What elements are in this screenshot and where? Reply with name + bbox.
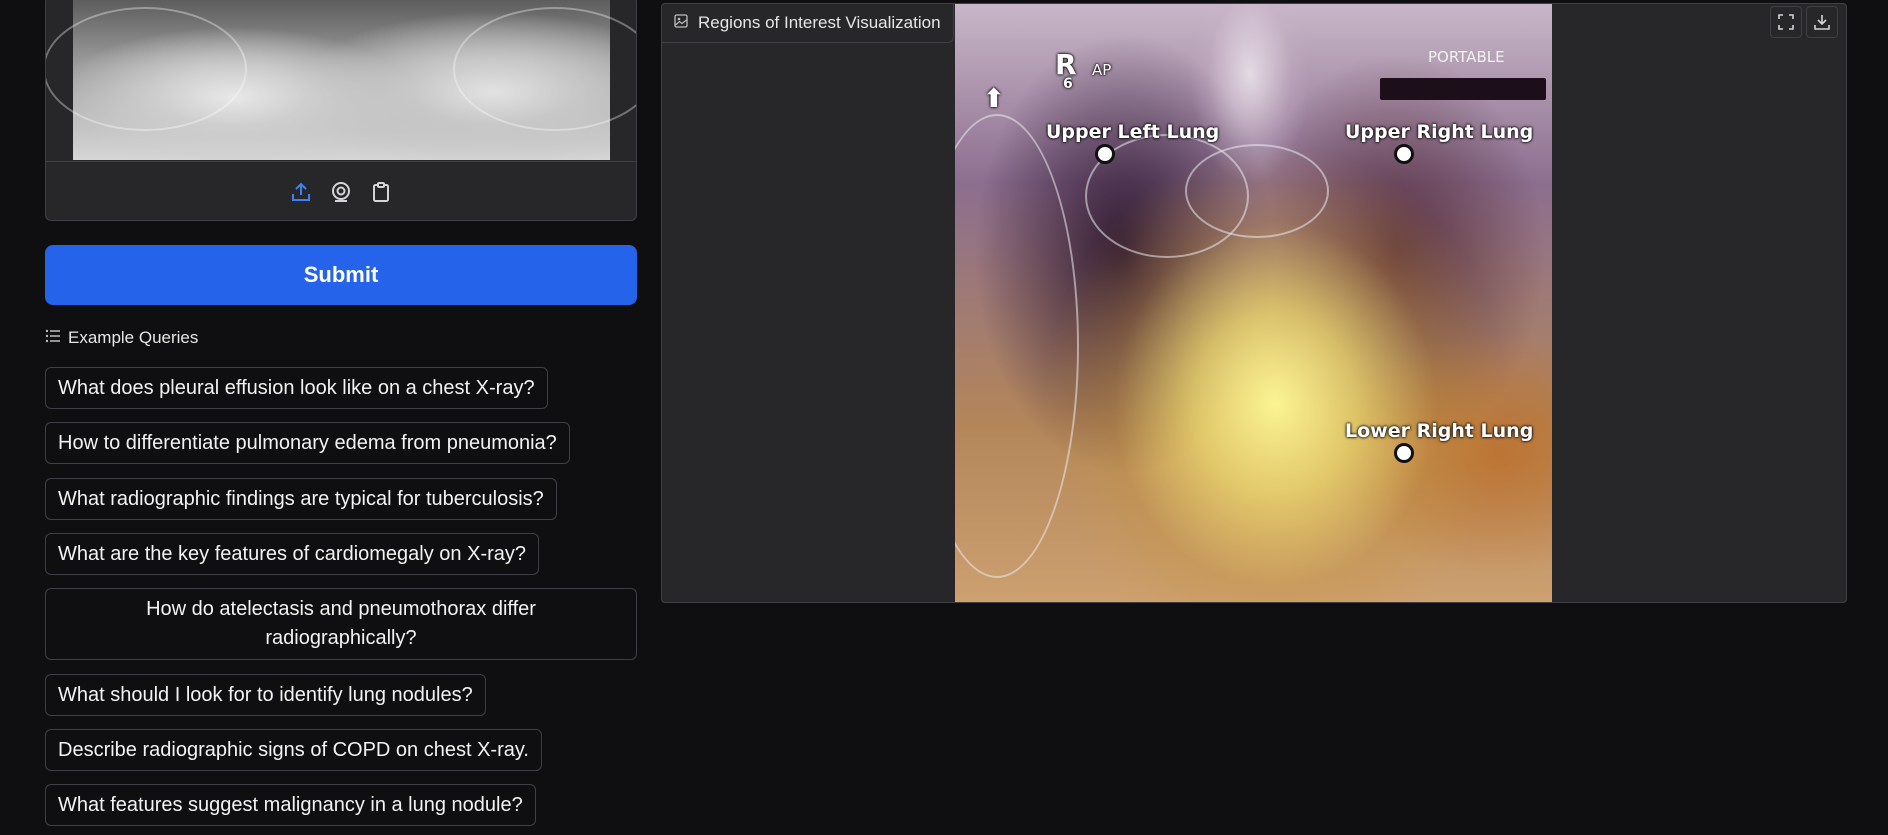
example-query-button[interactable]: Describe radiographic signs of COPD on c… xyxy=(45,729,542,771)
upload-icon[interactable] xyxy=(288,179,314,205)
roi-actions xyxy=(1770,6,1838,38)
list-icon xyxy=(45,328,61,348)
examples-header: Example Queries xyxy=(45,328,198,348)
image-upload-panel[interactable] xyxy=(45,0,637,221)
example-query-button[interactable]: What are the key features of cardiomegal… xyxy=(45,533,540,575)
redaction-bar xyxy=(1380,78,1546,100)
example-query-button[interactable]: How to differentiate pulmonary edema fro… xyxy=(45,422,570,464)
region-marker-lower-right xyxy=(1394,443,1414,463)
roi-heatmap-image: R 6 AP ⬆ PORTABLE Upper Left Lung Upper … xyxy=(955,4,1552,602)
region-label-upper-right: Upper Right Lung xyxy=(1345,121,1534,143)
side-marker-6: 6 xyxy=(1063,76,1073,92)
submit-button[interactable]: Submit xyxy=(45,245,637,305)
image-icon xyxy=(674,13,688,33)
webcam-icon[interactable] xyxy=(328,179,354,205)
up-arrow-icon: ⬆ xyxy=(983,84,1005,114)
region-marker-upper-right xyxy=(1394,144,1414,164)
roi-title: Regions of Interest Visualization xyxy=(698,13,941,32)
portable-label: PORTABLE xyxy=(1428,48,1505,66)
region-label-upper-left: Upper Left Lung xyxy=(1046,121,1220,143)
roi-visualization-panel: Regions of Interest Visualization R 6 AP… xyxy=(661,3,1847,603)
uploaded-xray-preview xyxy=(46,0,636,160)
clipboard-icon[interactable] xyxy=(368,179,394,205)
example-query-button[interactable]: What does pleural effusion look like on … xyxy=(45,367,548,409)
examples-title: Example Queries xyxy=(68,328,199,347)
roi-panel-label: Regions of Interest Visualization xyxy=(662,4,954,43)
upload-toolbar xyxy=(46,161,636,220)
example-query-button[interactable]: What radiographic findings are typical f… xyxy=(45,478,557,520)
projection-label: AP xyxy=(1092,61,1112,79)
example-query-button[interactable]: What should I look for to identify lung … xyxy=(45,674,486,716)
region-marker-upper-left xyxy=(1095,144,1115,164)
fullscreen-icon[interactable] xyxy=(1770,6,1802,38)
download-icon[interactable] xyxy=(1806,6,1838,38)
example-query-button[interactable]: What features suggest malignancy in a lu… xyxy=(45,784,536,826)
example-query-button[interactable]: How do atelectasis and pneumothorax diff… xyxy=(45,588,637,660)
region-label-lower-right: Lower Right Lung xyxy=(1345,420,1534,442)
